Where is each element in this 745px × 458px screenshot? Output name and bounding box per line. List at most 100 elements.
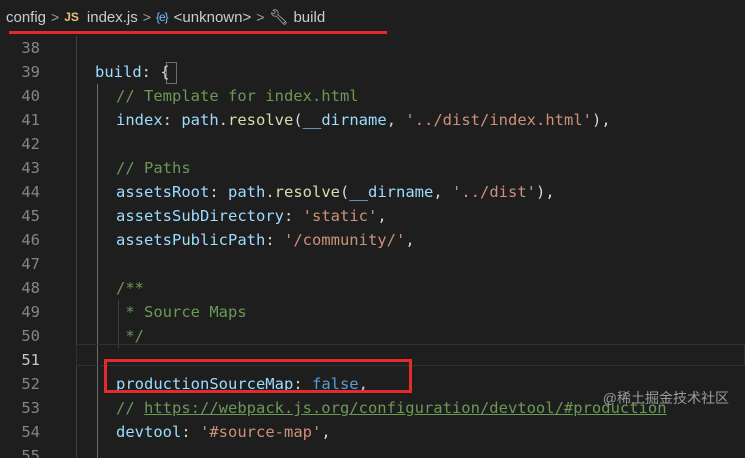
code-token: , <box>433 183 453 201</box>
code-line: 40 // Template for index.html <box>0 84 745 108</box>
line-number: 42 <box>21 135 40 153</box>
code-token: path <box>228 183 266 201</box>
line-number: 49 <box>21 303 40 321</box>
code-token: : <box>265 231 284 249</box>
code-text: /** <box>116 276 144 300</box>
code-token: * Source Maps <box>116 303 247 321</box>
symbol-variable-icon: {e} <box>155 10 169 24</box>
chevron-right-icon: > <box>256 9 265 25</box>
code-token: assetsSubDirectory <box>116 207 284 225</box>
line-number: 45 <box>21 207 40 225</box>
line-number: 43 <box>21 159 40 177</box>
code-token: ( <box>293 111 303 129</box>
code-line: 38 <box>0 36 745 60</box>
code-text: */ <box>116 324 144 348</box>
breadcrumb-item-symbol[interactable]: {e} <unknown> <box>156 9 251 26</box>
code-token: __dirname <box>349 183 434 201</box>
code-line: 44 assetsRoot: path.resolve(__dirname, '.… <box>0 180 745 204</box>
annotation-highlight-box <box>104 359 412 393</box>
code-token: '../dist/index.html' <box>405 111 592 129</box>
breadcrumb-file-label: index.js <box>86 8 138 26</box>
line-number: 51 <box>21 351 40 369</box>
code-token: : <box>141 63 161 81</box>
code-line: 45 assetsSubDirectory: 'static', <box>0 204 745 228</box>
code-token: assetsPublicPath <box>116 231 266 249</box>
code-line: 54 devtool: '#source-map', <box>0 420 745 444</box>
code-token: devtool <box>116 423 182 441</box>
code-token: /** <box>116 279 144 297</box>
code-link[interactable]: https://webpack.js.org/configuration/dev… <box>144 399 667 417</box>
code-token: resolve <box>228 111 294 129</box>
line-number: 55 <box>21 447 40 458</box>
line-number: 52 <box>21 375 40 393</box>
code-token: // Paths <box>116 159 191 177</box>
watermark: @稀土掘金技术社区 <box>602 390 729 406</box>
code-text: // Paths <box>116 156 191 180</box>
code-token: . <box>218 111 229 129</box>
breadcrumb-build-label: build <box>293 8 326 26</box>
code-token: index <box>116 111 163 129</box>
code-line: 43 // Paths <box>0 156 745 180</box>
line-number: 53 <box>21 399 40 417</box>
code-token: // <box>116 399 144 417</box>
code-token: , <box>405 231 415 249</box>
breadcrumb-item-file[interactable]: JS index.js <box>64 9 138 26</box>
code-text: assetsSubDirectory: 'static', <box>116 204 387 228</box>
code-line: 41 index: path.resolve(__dirname, '../dis… <box>0 108 745 132</box>
line-number: 41 <box>21 111 40 129</box>
code-line: 50 */ <box>0 324 745 348</box>
line-number: 50 <box>21 327 40 345</box>
code-line: 49 * Source Maps <box>0 300 745 324</box>
line-number: 46 <box>21 231 40 249</box>
line-number: 48 <box>21 279 40 297</box>
code-token: assetsRoot <box>116 183 210 201</box>
code-token: __dirname <box>302 111 387 129</box>
breadcrumb-folder-label: config <box>6 8 47 26</box>
line-number: 44 <box>21 183 40 201</box>
code-text: * Source Maps <box>116 300 247 324</box>
code-token: . <box>265 183 275 201</box>
code-token: '/community/' <box>283 231 406 249</box>
code-token: 'static' <box>302 207 378 225</box>
chevron-right-icon: > <box>142 9 151 25</box>
code-token: , <box>321 423 331 441</box>
code-token: , <box>386 111 406 129</box>
line-number: 38 <box>21 39 40 57</box>
chevron-right-icon: > <box>51 9 60 25</box>
line-number: 39 <box>21 63 40 81</box>
breadcrumb-highlight-underline <box>9 31 387 34</box>
code-token: : <box>181 423 200 441</box>
code-token: { <box>160 63 170 81</box>
breadcrumb-item-build[interactable]: 🔧︎ build <box>269 8 326 27</box>
line-number: 54 <box>21 423 40 441</box>
code-line: 39 build: { <box>0 60 745 84</box>
code-line: 47 <box>0 252 745 276</box>
code-token: // Template for index.html <box>116 87 359 105</box>
code-token: resolve <box>274 183 340 201</box>
code-text: // https://webpack.js.org/configuration/… <box>116 396 667 420</box>
code-token: , <box>377 207 387 225</box>
code-token: : <box>162 111 182 129</box>
code-text: // Template for index.html <box>116 84 359 108</box>
breadcrumb-item-config[interactable]: config <box>6 9 46 26</box>
code-token: ), <box>536 183 555 201</box>
code-line: 48 /** <box>0 276 745 300</box>
code-token: path <box>181 111 219 129</box>
code-text: build: { <box>95 60 170 84</box>
code-token: : <box>283 207 303 225</box>
code-token: ), <box>592 111 611 129</box>
code-token: */ <box>116 327 144 345</box>
code-text: assetsRoot: path.resolve(__dirname, '../… <box>116 180 555 204</box>
breadcrumb: config > JS index.js > {e} <unknown> > 🔧… <box>0 0 745 34</box>
js-file-icon: JS <box>64 10 79 24</box>
code-token: '../dist' <box>452 183 537 201</box>
code-line: 46 assetsPublicPath: '/community/', <box>0 228 745 252</box>
line-number: 40 <box>21 87 40 105</box>
code-text: devtool: '#source-map', <box>116 420 331 444</box>
line-number: 47 <box>21 255 40 273</box>
code-text: assetsPublicPath: '/community/', <box>116 228 415 252</box>
code-token: build <box>95 63 142 81</box>
wrench-icon: 🔧︎ <box>269 9 289 26</box>
code-text: index: path.resolve(__dirname, '../dist/… <box>116 108 611 132</box>
code-line: 55 <box>0 444 745 458</box>
